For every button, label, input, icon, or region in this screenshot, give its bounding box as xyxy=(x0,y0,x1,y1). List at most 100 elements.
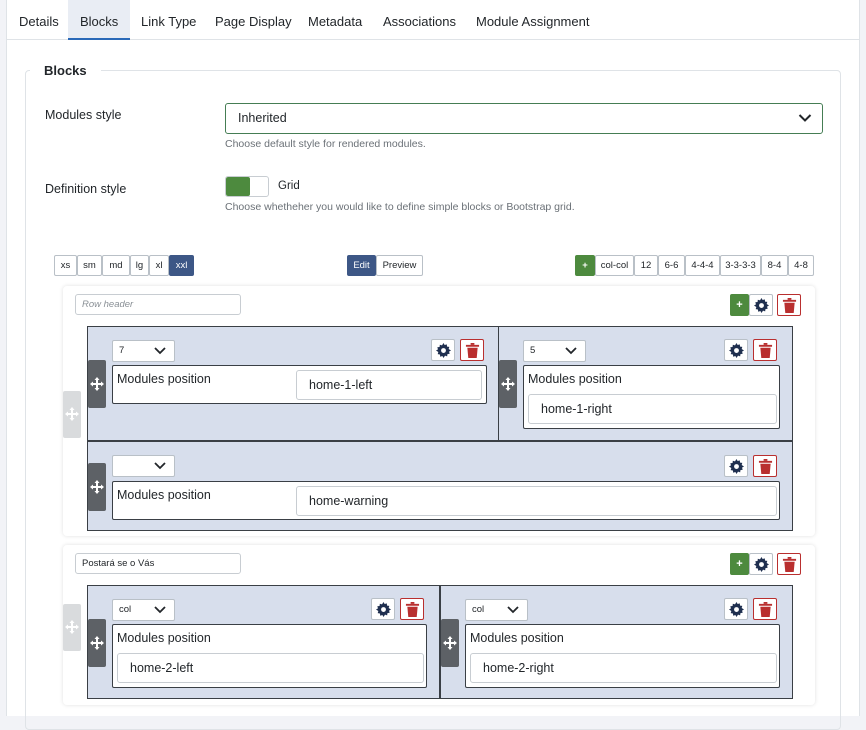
fieldset-legend: Blocks xyxy=(30,64,101,78)
breakpoint-xxl-button[interactable]: xxl xyxy=(169,255,194,276)
preset-col-col-button[interactable]: col-col xyxy=(595,255,634,276)
preview-mode-button[interactable]: Preview xyxy=(376,255,423,276)
column-settings-button[interactable] xyxy=(724,598,748,620)
column-drag-handle[interactable] xyxy=(441,619,459,667)
modules-position-input[interactable]: home-2-right xyxy=(470,653,777,683)
column-settings-button[interactable] xyxy=(724,339,748,361)
modules-position-input[interactable]: home-2-left xyxy=(117,653,424,683)
column-size-value: 7 xyxy=(119,345,125,356)
row-1-header-input[interactable]: Row header xyxy=(75,294,241,315)
add-column-button[interactable]: + xyxy=(575,255,595,276)
column-drag-handle[interactable] xyxy=(499,360,517,408)
preset-6-6-button[interactable]: 6-6 xyxy=(658,255,685,276)
preset-12-button[interactable]: 12 xyxy=(634,255,658,276)
row-2-settings-button[interactable] xyxy=(749,553,773,575)
row-2-header-input[interactable]: Postará se o Vás xyxy=(75,553,241,574)
preset-3-3-3-3-button[interactable]: 3-3-3-3 xyxy=(720,255,761,276)
column-size-value: col xyxy=(472,604,485,615)
arrows-move-icon xyxy=(65,407,79,421)
column-drag-handle[interactable] xyxy=(88,619,106,667)
column-home-1-left: 7 Modules position home-1-left xyxy=(87,326,500,441)
row-1-drag-handle[interactable] xyxy=(63,391,81,438)
column-size-select[interactable]: 7 xyxy=(112,340,175,362)
modules-position-input[interactable]: home-warning xyxy=(296,486,777,516)
chevron-down-icon xyxy=(565,347,577,355)
toggle-label: Grid xyxy=(278,180,300,192)
gear-icon xyxy=(729,602,744,617)
preset-4-8-button[interactable]: 4-8 xyxy=(788,255,814,276)
module-position-box: Modules position home-2-right xyxy=(465,624,780,688)
column-home-2-left: col Modules position home-2-left xyxy=(87,585,440,699)
column-size-value: col xyxy=(119,604,132,615)
column-drag-handle[interactable] xyxy=(88,360,106,408)
arrows-move-icon xyxy=(90,636,104,650)
gear-icon xyxy=(376,602,391,617)
page: Details Blocks Link Type Page Display Me… xyxy=(6,0,860,730)
tab-module-assignment[interactable]: Module Assignment xyxy=(464,0,601,40)
modules-position-label: Modules position xyxy=(528,372,622,386)
definition-style-label: Definition style xyxy=(45,182,127,196)
gear-icon xyxy=(729,343,744,358)
modules-style-select[interactable]: Inherited xyxy=(225,103,823,134)
arrows-move-icon xyxy=(65,620,79,634)
column-delete-button[interactable] xyxy=(460,339,484,361)
modules-position-label: Modules position xyxy=(117,631,211,645)
column-settings-button[interactable] xyxy=(431,339,455,361)
breakpoint-xs-button[interactable]: xs xyxy=(54,255,77,276)
row-2-add-button[interactable]: + xyxy=(730,553,749,575)
tab-page-display[interactable]: Page Display xyxy=(203,0,304,40)
row-1-settings-button[interactable] xyxy=(749,294,773,316)
chevron-down-icon xyxy=(154,606,166,614)
toggle-knob xyxy=(226,177,250,196)
modules-position-input[interactable]: home-1-left xyxy=(296,370,482,400)
definition-style-toggle[interactable] xyxy=(225,176,269,197)
modules-position-input[interactable]: home-1-right xyxy=(528,394,777,424)
preset-8-4-button[interactable]: 8-4 xyxy=(761,255,788,276)
arrows-move-icon xyxy=(90,480,104,494)
breakpoint-lg-button[interactable]: lg xyxy=(130,255,149,276)
breakpoint-xl-button[interactable]: xl xyxy=(149,255,169,276)
row-1-add-button[interactable]: + xyxy=(730,294,749,316)
column-settings-button[interactable] xyxy=(371,598,395,620)
column-size-select[interactable]: 5 xyxy=(523,340,586,362)
tab-details[interactable]: Details xyxy=(7,0,71,40)
trash-icon xyxy=(782,557,797,572)
gear-icon xyxy=(754,557,769,572)
breakpoint-md-button[interactable]: md xyxy=(102,255,130,276)
row-2-drag-handle[interactable] xyxy=(63,604,81,651)
modules-position-label: Modules position xyxy=(470,631,564,645)
row-1-delete-button[interactable] xyxy=(777,294,801,316)
column-delete-button[interactable] xyxy=(400,598,424,620)
column-delete-button[interactable] xyxy=(753,455,777,477)
gear-icon xyxy=(436,343,451,358)
chevron-down-icon xyxy=(507,606,519,614)
column-settings-button[interactable] xyxy=(724,455,748,477)
column-drag-handle[interactable] xyxy=(88,463,106,511)
column-size-select[interactable]: col xyxy=(465,599,528,621)
preset-4-4-4-button[interactable]: 4-4-4 xyxy=(685,255,720,276)
breakpoint-sm-button[interactable]: sm xyxy=(77,255,102,276)
chevron-down-icon xyxy=(798,114,812,122)
column-home-1-right: 5 Modules position home-1-right xyxy=(498,326,793,441)
modules-position-label: Modules position xyxy=(117,372,211,386)
tab-link-type[interactable]: Link Type xyxy=(129,0,208,40)
tab-blocks[interactable]: Blocks xyxy=(68,0,131,40)
tab-bar: Details Blocks Link Type Page Display Me… xyxy=(7,0,859,40)
edit-mode-button[interactable]: Edit xyxy=(347,255,376,276)
tab-associations[interactable]: Associations xyxy=(371,0,468,40)
column-size-select[interactable] xyxy=(112,455,175,477)
definition-style-description: Choose whetheher you would like to defin… xyxy=(225,201,575,213)
modules-position-label: Modules position xyxy=(117,488,211,502)
gear-icon xyxy=(754,298,769,313)
column-size-select[interactable]: col xyxy=(112,599,175,621)
module-position-box: Modules position home-1-left xyxy=(112,365,487,404)
trash-icon xyxy=(758,459,773,474)
chevron-down-icon xyxy=(154,347,166,355)
arrows-move-icon xyxy=(90,377,104,391)
column-delete-button[interactable] xyxy=(753,339,777,361)
row-2-delete-button[interactable] xyxy=(777,553,801,575)
tab-metadata[interactable]: Metadata xyxy=(296,0,374,40)
trash-icon xyxy=(758,343,773,358)
gear-icon xyxy=(729,459,744,474)
column-delete-button[interactable] xyxy=(753,598,777,620)
